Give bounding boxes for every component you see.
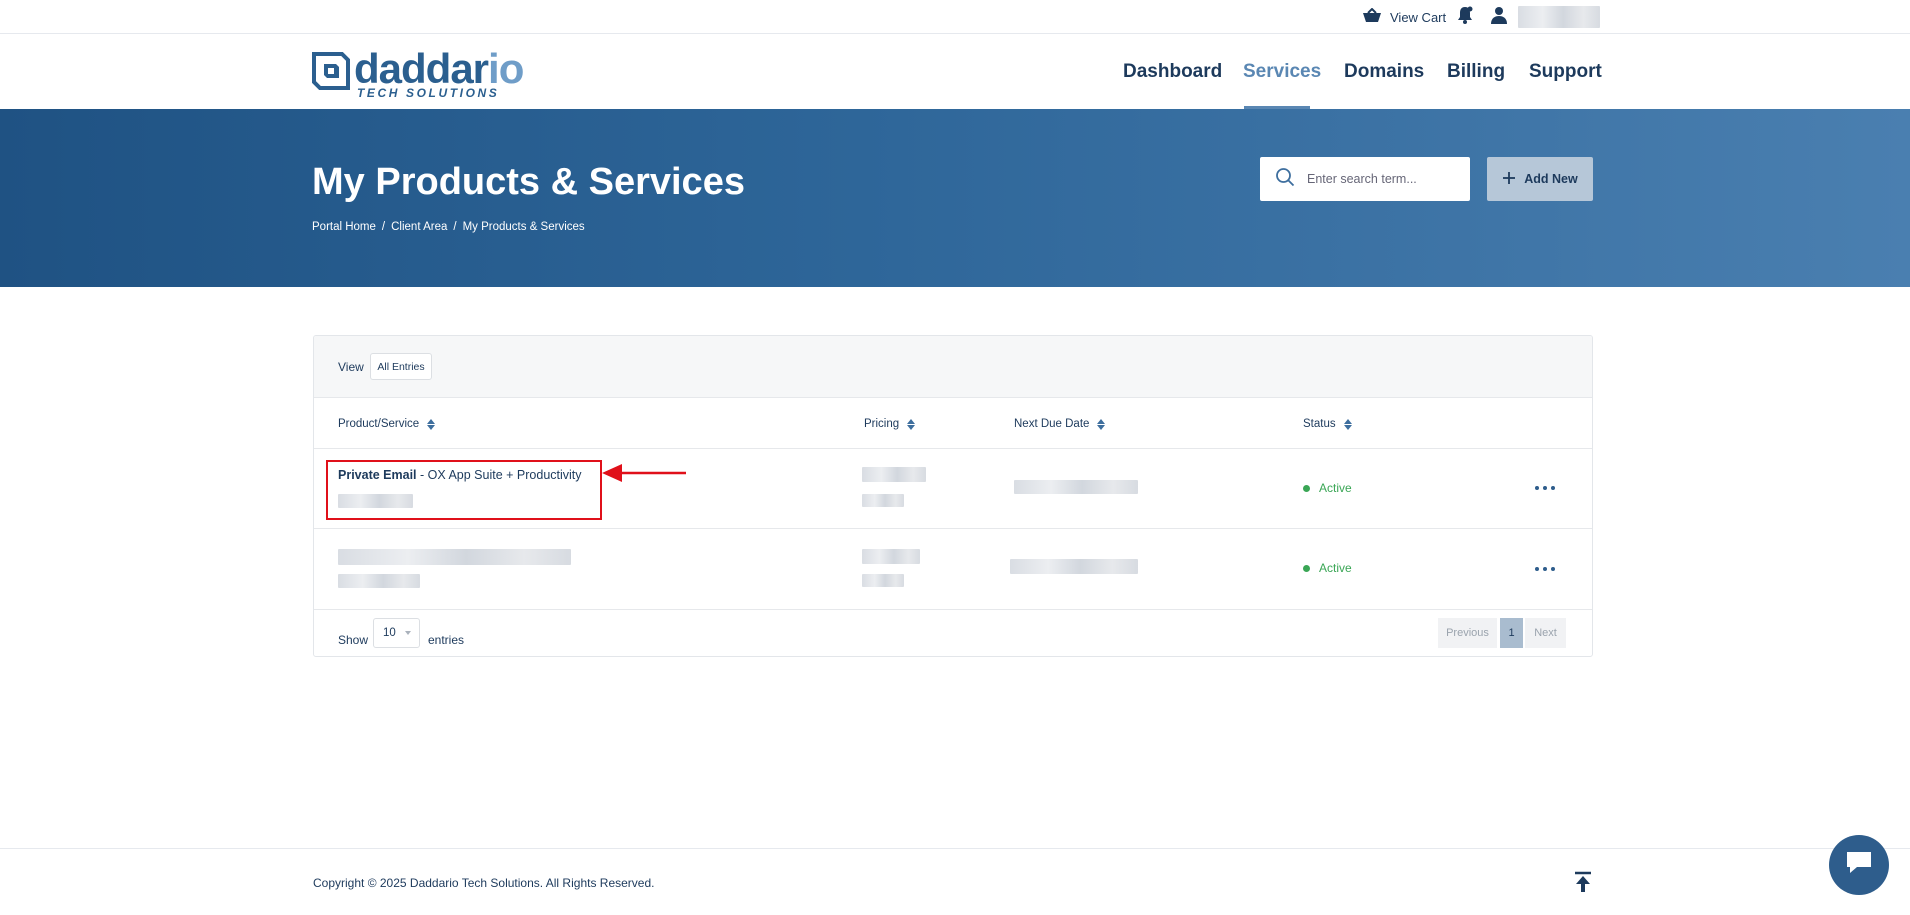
breadcrumb-separator: / (381, 221, 386, 233)
view-cart-link[interactable]: View Cart (1362, 0, 1446, 34)
row-actions-button[interactable] (1535, 567, 1555, 571)
sort-icon (1097, 418, 1106, 430)
show-label: Show (338, 633, 369, 647)
table-toolbar: View All Entries (314, 336, 1592, 398)
plus-icon (1502, 171, 1516, 188)
nav-billing[interactable]: Billing (1447, 34, 1505, 109)
arrow-up-icon (1574, 871, 1592, 897)
cart-icon (1362, 7, 1382, 27)
page-footer: Copyright © 2025 Daddario Tech Solutions… (0, 848, 1910, 915)
page-length-select[interactable]: 10 (373, 618, 420, 648)
column-header-next-due-date[interactable]: Next Due Date (1014, 418, 1106, 430)
next-due-date-redacted (1014, 480, 1138, 494)
chevron-down-icon (404, 631, 411, 635)
search-input[interactable] (1307, 172, 1457, 186)
pricing-amount-redacted (862, 467, 926, 482)
view-cart-label: View Cart (1390, 9, 1447, 25)
product-domain-redacted (338, 574, 420, 588)
pricing-amount-redacted (862, 549, 920, 564)
nav-services[interactable]: Services (1243, 34, 1321, 109)
product-title-redacted[interactable] (338, 549, 571, 565)
nav-support[interactable]: Support (1529, 34, 1602, 109)
utility-bar: View Cart (0, 0, 1910, 34)
brand-subtitle: TECH SOLUTIONS (357, 86, 500, 100)
divider (314, 609, 1592, 610)
search-box (1260, 157, 1470, 201)
add-new-label: Add New (1524, 172, 1578, 186)
column-header-product[interactable]: Product/Service (338, 418, 436, 430)
sort-icon (907, 418, 916, 430)
user-icon (1490, 6, 1508, 29)
back-to-top-button[interactable] (1574, 871, 1592, 898)
column-header-status[interactable]: Status (1303, 418, 1352, 430)
brand-logo[interactable]: daddario TECH SOLUTIONS (312, 45, 524, 100)
breadcrumb-portal-home[interactable]: Portal Home (312, 221, 376, 233)
add-new-button[interactable]: Add New (1487, 157, 1593, 201)
sort-icon (427, 418, 436, 430)
chat-icon (1844, 850, 1874, 881)
view-filter-button[interactable]: All Entries (370, 353, 432, 380)
live-chat-button[interactable] (1829, 835, 1889, 895)
annotation-highlight-box (326, 460, 602, 520)
breadcrumb-client-area[interactable]: Client Area (391, 221, 447, 233)
entries-label: entries (428, 633, 465, 647)
sort-icon (1343, 418, 1352, 430)
column-header-pricing[interactable]: Pricing (864, 418, 916, 430)
pricing-cycle-redacted (862, 494, 904, 507)
nav-domains[interactable]: Domains (1344, 34, 1424, 109)
brand-name: daddario (354, 45, 524, 92)
breadcrumb-separator: / (453, 221, 457, 233)
row-actions-button[interactable] (1535, 486, 1555, 490)
status-badge: Active (1303, 481, 1352, 495)
previous-page-button[interactable]: Previous (1438, 618, 1497, 648)
account-name-redacted[interactable] (1518, 0, 1600, 34)
main-header: daddario TECH SOLUTIONS Dashboard Servic… (0, 34, 1910, 109)
breadcrumb: Portal Home / Client Area / My Products … (312, 221, 585, 233)
nav-dashboard[interactable]: Dashboard (1123, 34, 1222, 109)
divider (314, 528, 1592, 529)
current-page-button[interactable]: 1 (1500, 618, 1523, 648)
pricing-cycle-redacted (862, 574, 904, 587)
notifications-button[interactable] (1456, 0, 1474, 34)
page-hero: My Products & Services Portal Home / Cli… (0, 109, 1910, 287)
view-label: View (338, 360, 364, 374)
status-badge: Active (1303, 561, 1352, 575)
breadcrumb-current: My Products & Services (462, 221, 585, 233)
page-title: My Products & Services (312, 161, 745, 203)
copyright-text: Copyright © 2025 Daddario Tech Solutions… (313, 876, 655, 890)
annotation-arrow-icon (600, 462, 688, 489)
next-page-button[interactable]: Next (1525, 618, 1566, 648)
search-icon (1260, 167, 1295, 192)
divider (314, 448, 1592, 449)
bell-icon (1456, 6, 1474, 29)
account-menu[interactable] (1490, 0, 1508, 34)
next-due-date-redacted (1010, 559, 1138, 574)
logo-mark-icon (312, 50, 350, 97)
